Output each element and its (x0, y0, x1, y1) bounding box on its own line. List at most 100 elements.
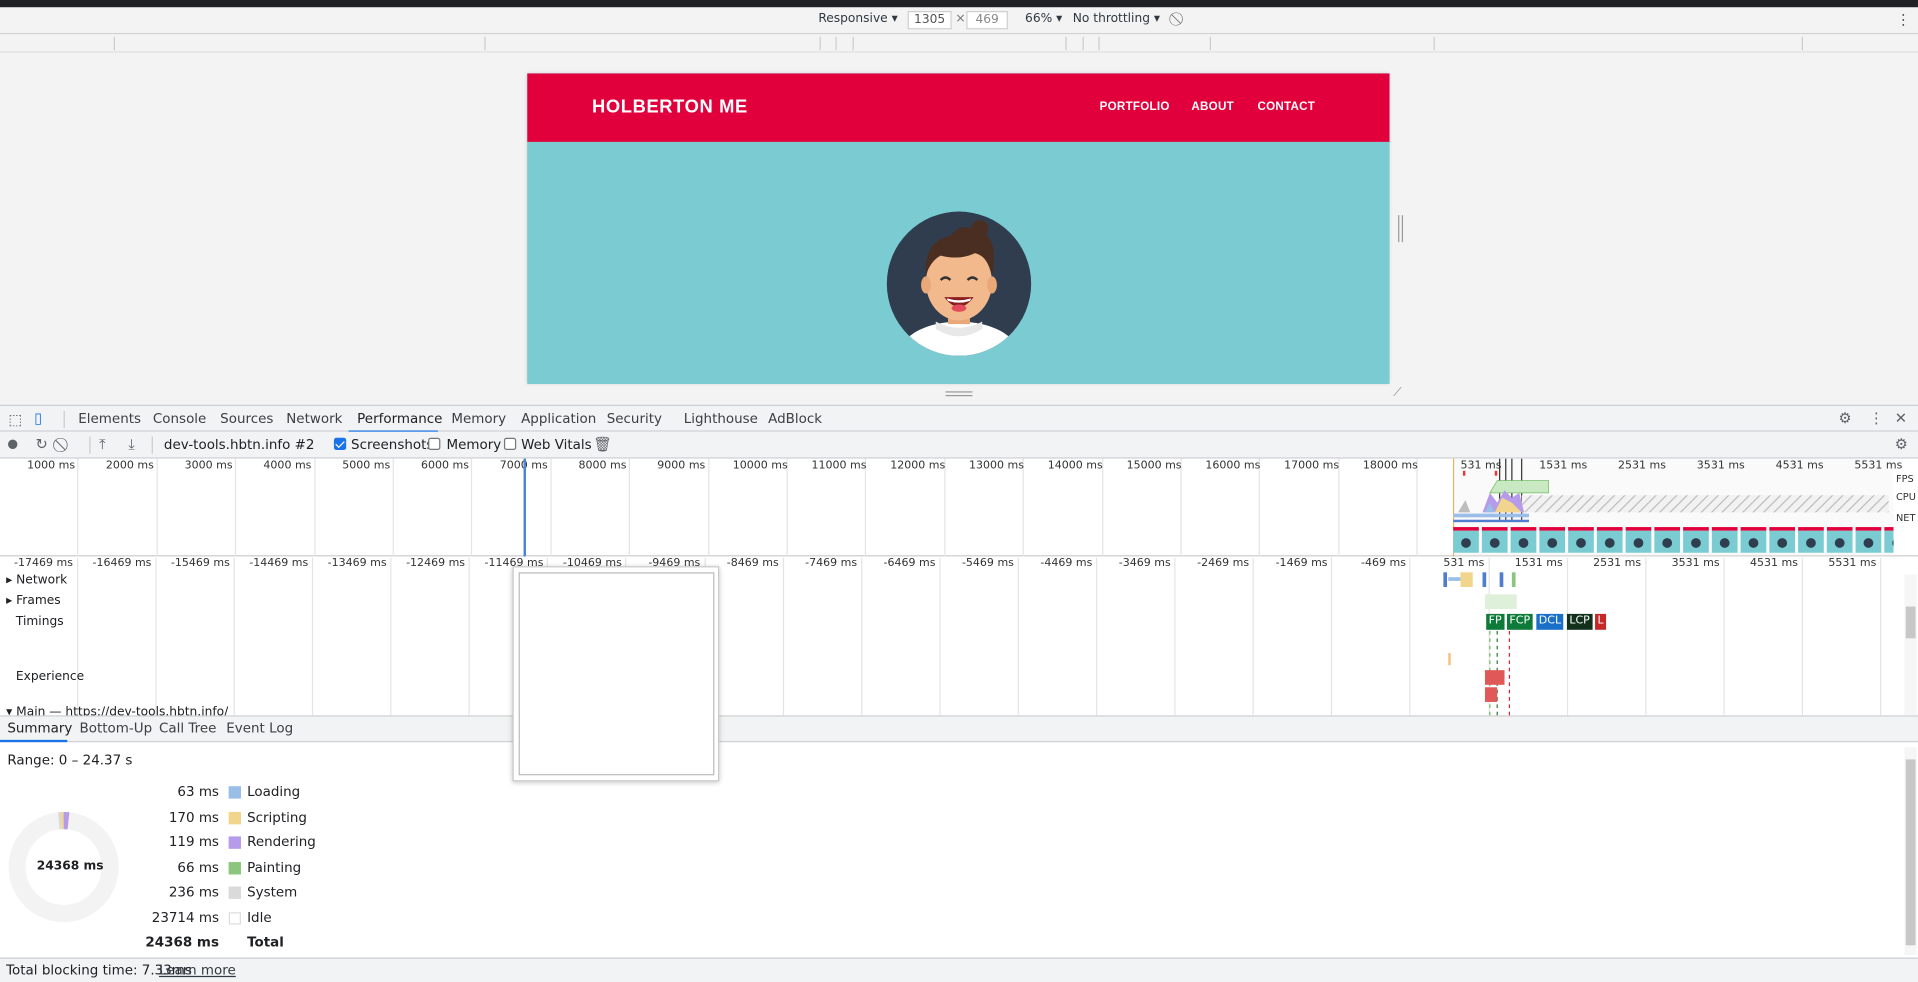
flame-gridline (390, 557, 392, 716)
tab-summary[interactable]: Summary (7, 720, 72, 736)
media-query-divider (1082, 36, 1084, 51)
filmstrip-thumbnail (1826, 527, 1853, 553)
reload-record-icon[interactable]: ↻ (35, 437, 47, 452)
tab-application[interactable]: Application (521, 411, 596, 427)
summary-swatch (228, 836, 241, 849)
resize-handle-bottom[interactable] (945, 391, 973, 397)
screenshot-preview-popover (512, 566, 720, 782)
filmstrip-thumbnail (1711, 527, 1738, 553)
more-menu-icon[interactable]: ⋮ (1869, 411, 1884, 426)
summary-value: 66 ms (177, 859, 219, 875)
track-main[interactable]: ▾ Main — https://dev-tools.hbtn.info/ (6, 706, 228, 716)
track-timings[interactable]: Timings (16, 615, 64, 628)
device-mode-label: Responsive (818, 12, 888, 26)
summary-value: 24368 ms (145, 934, 219, 951)
flame-tick-label: -3469 ms (1118, 557, 1171, 570)
range-label: Range: 0 – 24.37 s (7, 752, 133, 768)
timing-fp[interactable]: FP (1486, 613, 1505, 630)
memory-label: Memory (446, 436, 502, 453)
site-brand[interactable]: HOLBERTON ME (592, 97, 748, 118)
timing-l[interactable]: L (1595, 613, 1607, 630)
tab-call-tree[interactable]: Call Tree (159, 720, 216, 736)
summary-swatch (228, 811, 241, 824)
upload-profile-icon[interactable]: ⤒ (99, 437, 105, 452)
learn-more-link[interactable]: Learn more (159, 962, 236, 978)
flame-gridline (939, 557, 941, 716)
nav-portfolio-link[interactable]: PORTFOLIO (1100, 100, 1170, 113)
overview-tick-label: 14000 ms (1047, 459, 1103, 473)
timing-dcl[interactable]: DCL (1536, 613, 1564, 630)
resize-corner-icon[interactable]: ⟋ (1393, 386, 1402, 401)
flame-tick-label: -7469 ms (805, 557, 858, 570)
nav-contact-link[interactable]: CONTACT (1257, 100, 1315, 113)
capture-settings-gear-icon[interactable]: ⚙ (1895, 437, 1908, 452)
record-icon[interactable]: ● (7, 438, 18, 453)
toolbar-divider (151, 436, 153, 454)
flame-chart[interactable]: -17469 ms -16469 ms -15469 ms -14469 ms -134… (0, 557, 1918, 717)
tab-memory[interactable]: Memory (451, 411, 506, 427)
tab-sources[interactable]: Sources (220, 411, 273, 427)
device-toolbar-toggle-icon[interactable]: ▯ (34, 411, 42, 426)
filmstrip-thumbnail (1625, 527, 1652, 553)
overview-gridline (1022, 458, 1025, 557)
flame-tick-label: -2469 ms (1197, 557, 1250, 570)
tab-adblock[interactable]: AdBlock (768, 411, 822, 427)
flame-tick-label: -6469 ms (883, 557, 936, 570)
flame-gridline (311, 557, 314, 716)
tab-elements[interactable]: Elements (78, 411, 141, 427)
tab-performance[interactable]: Performance (357, 411, 442, 427)
throttling-select[interactable]: No throttling ▾ (1073, 12, 1160, 25)
track-network[interactable]: ▸ Network (6, 574, 67, 587)
tab-network[interactable]: Network (286, 411, 342, 427)
tab-console[interactable]: Console (153, 411, 206, 427)
timing-lcp[interactable]: LCP (1566, 613, 1593, 630)
overview-tick-label: 1000 ms (27, 459, 76, 473)
height-input[interactable]: 469 (966, 11, 1008, 30)
flame-tick-label: -15469 ms (170, 557, 230, 570)
memory-checkbox[interactable] (428, 437, 441, 451)
inspect-element-icon[interactable]: ⬚ (9, 412, 23, 427)
web-vitals-checkbox[interactable] (503, 437, 517, 451)
flame-scrollbar-thumb[interactable] (1905, 606, 1916, 639)
recording-select[interactable]: dev-tools.hbtn.info #2▾ (164, 437, 341, 453)
settings-gear-icon[interactable]: ⚙ (1838, 411, 1851, 426)
overview-gridline (1180, 458, 1182, 557)
track-frames[interactable]: ▸ Frames (6, 594, 61, 607)
overview-tick-label: 17000 ms (1284, 459, 1340, 473)
track-experience[interactable]: Experience (16, 670, 84, 683)
summary-scrollbar-thumb[interactable] (1905, 759, 1916, 946)
media-query-bar[interactable] (0, 34, 1918, 53)
nav-about-link[interactable]: ABOUT (1191, 100, 1234, 113)
emulated-page: HOLBERTON ME PORTFOLIO ABOUT CONTACT (527, 73, 1390, 384)
flame-tick-label: -12469 ms (406, 557, 466, 570)
device-mode-select[interactable]: Responsive ▾ (818, 12, 897, 25)
flame-gridline (1017, 557, 1019, 716)
summary-scrollbar[interactable] (1904, 747, 1917, 956)
flame-gridline (1409, 557, 1411, 716)
flame-gridline (1566, 557, 1568, 716)
flame-tick-label: -17469 ms (14, 557, 74, 570)
tab-security[interactable]: Security (607, 411, 662, 427)
flame-gridline (1174, 557, 1176, 716)
flame-scrollbar[interactable] (1904, 574, 1917, 716)
overview-gridline (550, 458, 552, 557)
screenshots-label: Screenshots (351, 436, 434, 453)
timing-fcp[interactable]: FCP (1506, 613, 1533, 630)
width-input[interactable]: 1305 (907, 11, 952, 30)
tab-event-log[interactable]: Event Log (226, 720, 293, 736)
resize-handle-right[interactable] (1398, 215, 1404, 243)
overview-tick-label: 11000 ms (811, 459, 867, 473)
trash-icon[interactable]: 🗑 (593, 437, 612, 452)
details-tabbar: Summary Bottom-Up Call Tree Event Log (0, 716, 1918, 743)
tab-bottom-up[interactable]: Bottom-Up (80, 720, 153, 736)
overview-tick-label: 16000 ms (1205, 459, 1261, 473)
close-icon[interactable]: ✕ (1895, 411, 1907, 426)
media-query-divider (819, 36, 821, 51)
timeline-overview[interactable]: 1000 ms 2000 ms 3000 ms 4000 ms 5000 ms 6000 … (0, 458, 1918, 557)
more-options-icon[interactable]: ⋮ (1896, 11, 1911, 28)
overview-tick-label: 4000 ms (263, 459, 312, 473)
download-profile-icon[interactable]: ⤓ (128, 437, 134, 452)
screenshots-checkbox[interactable] (333, 437, 347, 451)
tab-lighthouse[interactable]: Lighthouse (684, 411, 758, 427)
zoom-select[interactable]: 66% ▾ (1025, 12, 1062, 25)
